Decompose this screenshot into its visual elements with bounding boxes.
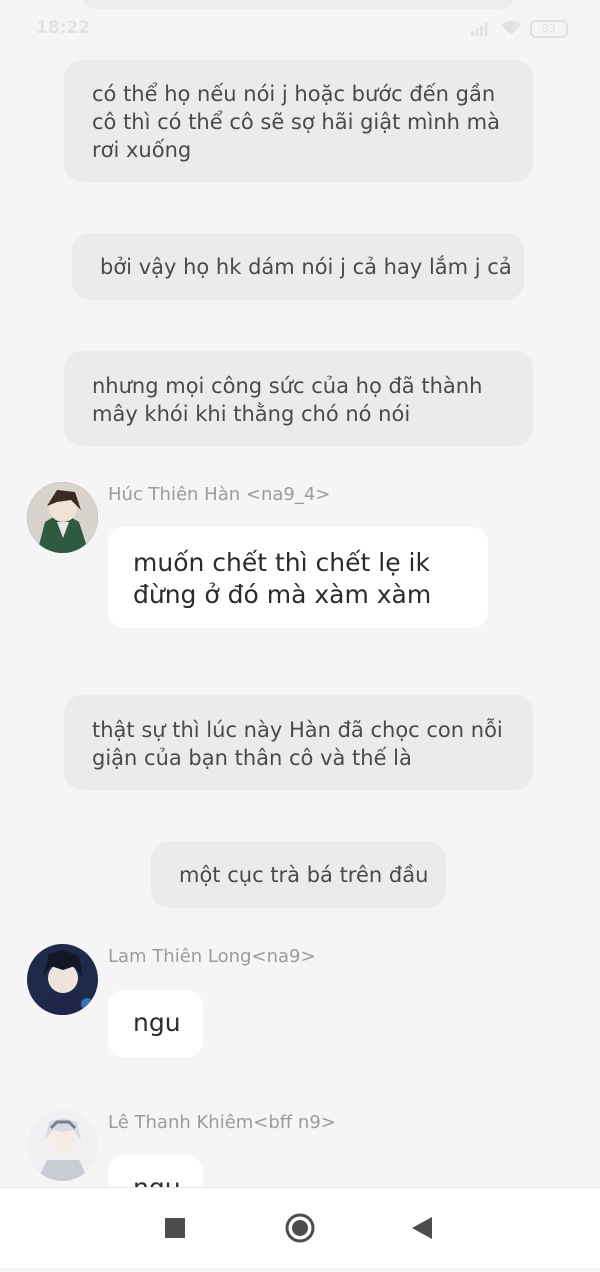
narration-text: nhưng mọi công sức của họ đã thành mây k… bbox=[92, 374, 483, 426]
battery-level: 83 bbox=[542, 22, 556, 35]
avatar[interactable] bbox=[27, 1110, 98, 1181]
narration-text: một cục trà bá trên đầu bbox=[179, 863, 429, 887]
signal-icon bbox=[471, 22, 488, 36]
status-bar: 18:22 83 bbox=[0, 0, 600, 56]
avatar[interactable] bbox=[27, 944, 98, 1015]
sender-name: Lam Thiên Long<na9> bbox=[108, 946, 316, 967]
home-icon bbox=[285, 1213, 315, 1243]
previous-bubble-edge bbox=[82, 0, 514, 9]
avatar[interactable] bbox=[27, 482, 98, 553]
narration-text: có thể họ nếu nói j hoặc bước đến gần cô… bbox=[92, 82, 500, 162]
avatar-image bbox=[27, 944, 98, 1015]
narration-text: thật sự thì lúc này Hàn đã chọc con nỗi … bbox=[92, 718, 503, 770]
sender-name: Lê Thanh Khiêm<bff n9> bbox=[108, 1112, 336, 1133]
message-text: muốn chết thì chết lẹ ik đừng ở đó mà xà… bbox=[133, 548, 432, 609]
navigation-bar bbox=[0, 1187, 600, 1268]
avatar-image bbox=[27, 1110, 98, 1181]
narration-bubble: thật sự thì lúc này Hàn đã chọc con nỗi … bbox=[64, 695, 533, 790]
message-text: ngu bbox=[133, 1008, 181, 1037]
narration-bubble: có thể họ nếu nói j hoặc bước đến gần cô… bbox=[64, 60, 533, 182]
status-time: 18:22 bbox=[36, 18, 91, 38]
message-bubble[interactable]: ngu bbox=[108, 990, 203, 1057]
narration-bubble: nhưng mọi công sức của họ đã thành mây k… bbox=[64, 351, 533, 446]
narration-text: bởi vậy họ hk dám nói j cả hay lắm j cả bbox=[100, 255, 512, 279]
avatar-image bbox=[27, 482, 98, 553]
back-button[interactable] bbox=[392, 1188, 452, 1268]
sender-name: Húc Thiên Hàn <na9_4> bbox=[108, 484, 331, 505]
narration-bubble: bởi vậy họ hk dám nói j cả hay lắm j cả bbox=[72, 233, 524, 300]
narration-bubble: một cục trà bá trên đầu bbox=[151, 841, 446, 908]
message-bubble[interactable]: muốn chết thì chết lẹ ik đừng ở đó mà xà… bbox=[108, 527, 488, 628]
recent-apps-icon bbox=[165, 1218, 185, 1238]
home-button[interactable] bbox=[270, 1188, 330, 1268]
recent-apps-button[interactable] bbox=[145, 1188, 205, 1268]
wifi-icon bbox=[501, 20, 521, 35]
battery-icon: 83 bbox=[530, 20, 568, 38]
back-icon bbox=[412, 1217, 432, 1239]
